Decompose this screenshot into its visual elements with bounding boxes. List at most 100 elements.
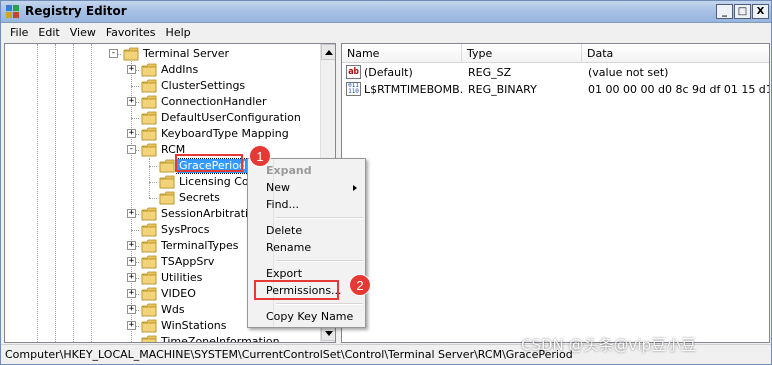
value-type: REG_SZ	[468, 66, 512, 79]
list-item[interactable]: ab (Default) REG_SZ (value not set)	[342, 64, 769, 81]
tree-node-label[interactable]: Licensing Cor	[177, 175, 255, 189]
expand-icon[interactable]: +	[127, 305, 136, 314]
arrow-up-icon	[325, 49, 333, 55]
menu-view[interactable]: View	[65, 26, 101, 39]
maximize-button[interactable]: □	[734, 4, 751, 19]
folder-icon	[141, 127, 157, 141]
folder-icon	[141, 207, 157, 221]
menu-item-find[interactable]: Find...	[250, 196, 363, 213]
menu-item-rename[interactable]: Rename	[250, 239, 363, 256]
tree-node-label[interactable]: Wds	[159, 303, 187, 317]
tree-branch-line	[131, 230, 139, 231]
folder-icon	[141, 319, 157, 333]
folder-icon	[159, 175, 175, 189]
gracePeriod-highlight-box	[175, 154, 243, 172]
title-bar[interactable]: Registry Editor _ □ X	[1, 1, 771, 23]
tree-node-label[interactable]: ClusterSettings	[159, 79, 247, 93]
folder-icon	[141, 95, 157, 109]
tree-node-label[interactable]: AddIns	[159, 63, 200, 77]
step-2-badge: 2	[349, 274, 371, 296]
menu-separator	[276, 260, 363, 262]
menu-item-new[interactable]: New	[250, 179, 363, 196]
tree-node-label[interactable]: TSAppSrv	[159, 255, 216, 269]
column-name-header[interactable]: Name	[342, 44, 462, 63]
folder-icon	[141, 63, 157, 77]
minimize-button[interactable]: _	[716, 4, 733, 19]
tree-node-label[interactable]: VIDEO	[159, 287, 198, 301]
folder-icon	[141, 303, 157, 317]
scroll-up-button[interactable]	[321, 44, 335, 60]
expand-icon[interactable]: +	[127, 65, 136, 74]
menu-bar: File Edit View Favorites Help	[1, 23, 771, 42]
tree-node-label[interactable]: WinStations	[159, 319, 229, 333]
tree-node-label[interactable]: DefaultUserConfiguration	[159, 111, 303, 125]
column-type-header[interactable]: Type	[462, 44, 582, 63]
expand-icon[interactable]: +	[127, 289, 136, 298]
collapse-icon[interactable]: -	[127, 145, 136, 154]
value-type: REG_BINARY	[468, 83, 537, 96]
tree-branch-line	[149, 198, 157, 199]
tree-node[interactable]: - Terminal Server	[5, 46, 319, 62]
collapse-icon[interactable]: -	[109, 49, 118, 58]
expand-icon[interactable]: +	[127, 257, 136, 266]
step-1-badge: 1	[249, 145, 271, 167]
value-data: 01 00 00 00 d0 8c 9d df 01 15 d1 11 8	[588, 83, 769, 96]
status-path: Computer\HKEY_LOCAL_MACHINE\SYSTEM\Curre…	[5, 348, 573, 361]
tree-branch-line	[131, 342, 139, 343]
column-data-header[interactable]: Data	[582, 44, 769, 63]
tree-node[interactable]: ClusterSettings	[5, 78, 319, 94]
expand-icon[interactable]: +	[127, 241, 136, 250]
tree-node[interactable]: TimeZoneInformation	[5, 334, 319, 343]
expand-icon[interactable]: +	[127, 321, 136, 330]
tree-node-label[interactable]: TerminalTypes	[159, 239, 240, 253]
tree-node-label[interactable]: Terminal Server	[141, 47, 231, 61]
tree-node-label[interactable]: TimeZoneInformation	[159, 335, 282, 342]
permissions-highlight-box	[254, 280, 339, 300]
menu-separator	[276, 303, 363, 305]
menu-item-new-label: New	[266, 181, 290, 194]
folder-icon	[159, 191, 175, 205]
tree-node[interactable]: + KeyboardType Mapping	[5, 126, 319, 142]
tree-node-label[interactable]: ConnectionHandler	[159, 95, 269, 109]
tree-branch-line	[131, 86, 139, 87]
list-header: Name Type Data	[342, 44, 769, 63]
menu-separator	[276, 217, 363, 219]
tree-branch-line	[131, 118, 139, 119]
tree-node[interactable]: + AddIns	[5, 62, 319, 78]
close-button[interactable]: X	[752, 4, 769, 19]
expand-icon[interactable]: +	[127, 97, 136, 106]
arrow-down-icon	[325, 330, 333, 336]
menu-item-delete[interactable]: Delete	[250, 222, 363, 239]
list-item[interactable]: 011 110 L$RTMTIMEBOMB... REG_BINARY 01 00…	[342, 81, 769, 98]
tree-node[interactable]: + ConnectionHandler	[5, 94, 319, 110]
expand-icon[interactable]: +	[127, 273, 136, 282]
value-data: (value not set)	[588, 66, 669, 79]
tree-node[interactable]: DefaultUserConfiguration	[5, 110, 319, 126]
menu-item-expand[interactable]: Expand	[250, 162, 363, 179]
tree-node-label[interactable]: KeyboardType Mapping	[159, 127, 291, 141]
folder-icon	[141, 239, 157, 253]
tree-branch-line	[149, 166, 157, 167]
menu-help[interactable]: Help	[161, 26, 196, 39]
menu-file[interactable]: File	[5, 26, 33, 39]
binary-value-icon: 011 110	[346, 82, 361, 96]
value-name: (Default)	[364, 66, 413, 79]
folder-icon	[141, 271, 157, 285]
expand-icon[interactable]: +	[127, 209, 136, 218]
menu-edit[interactable]: Edit	[33, 26, 64, 39]
context-menu: Expand New Find... Delete Rename Export …	[247, 158, 366, 328]
submenu-arrow-icon	[353, 185, 357, 191]
folder-icon	[141, 223, 157, 237]
tree-branch-line	[149, 182, 157, 183]
tree-node-label[interactable]: SysProcs	[159, 223, 211, 237]
menu-favorites[interactable]: Favorites	[101, 26, 161, 39]
values-list[interactable]: Name Type Data ab (Default) REG_SZ (valu…	[341, 43, 770, 343]
expand-icon[interactable]: +	[127, 129, 136, 138]
value-name: L$RTMTIMEBOMB...	[364, 83, 464, 96]
tree-node-label[interactable]: Secrets	[177, 191, 222, 205]
menu-item-copy-key-name[interactable]: Copy Key Name	[250, 308, 363, 325]
tree-node-label[interactable]: Utilities	[159, 271, 204, 285]
registry-editor-icon	[6, 5, 19, 18]
string-value-icon: ab	[346, 65, 361, 79]
tree-node[interactable]: - RCM	[5, 142, 319, 158]
